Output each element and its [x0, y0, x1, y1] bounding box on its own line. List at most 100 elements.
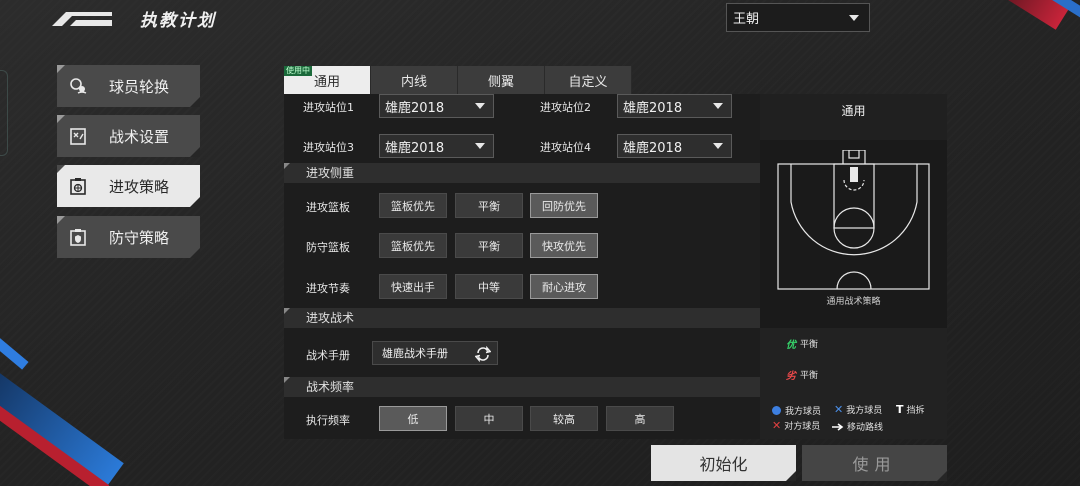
section-title: 战术频率 [306, 380, 355, 394]
menu-item-player-rotation[interactable]: 球员轮换 [57, 65, 200, 107]
position-4-value: 雄鹿2018 [623, 140, 683, 156]
section-tactic-frequency: 战术频率 [284, 377, 760, 397]
game-logo-icon [52, 12, 112, 26]
preview-caption: 通用战术策略 [826, 297, 881, 307]
playbook-label: 战术手册 [306, 349, 350, 362]
decor-stripe-red [979, 0, 1071, 30]
page-title: 执教计划 [140, 11, 216, 31]
strength-value: 平衡 [800, 340, 819, 350]
section-title: 进攻战术 [306, 311, 355, 325]
defense-rebound-option-fast-break[interactable]: 快攻优先 [530, 233, 598, 258]
reset-button[interactable]: 初始化 [651, 445, 796, 481]
defense-rebound-label: 防守篮板 [306, 241, 350, 254]
corner-cut [190, 97, 200, 107]
weakness-value: 平衡 [800, 371, 819, 381]
menu-item-tactics-setup[interactable]: 战术设置 [57, 115, 200, 157]
legend-label: 我方球员 [846, 406, 883, 416]
position-3-label: 进攻站位3 [303, 141, 354, 154]
in-use-badge: 使用中 [284, 66, 312, 76]
corner-marker [284, 377, 290, 383]
tactics-board-icon [69, 127, 87, 145]
corner-cut [937, 471, 947, 481]
menu-item-offense-strategy[interactable]: 进攻策略 [57, 165, 200, 207]
weakness-row: 劣 平衡 [786, 367, 818, 382]
chevron-down-icon [475, 143, 485, 149]
menu-item-defense-strategy[interactable]: 防守策略 [57, 216, 200, 258]
legend-our-player-x: ✕ 我方球员 [834, 403, 882, 416]
defense-rebound-option-rebound-first[interactable]: 篮板优先 [379, 233, 447, 258]
playbook-selector[interactable]: 雄鹿战术手册 [372, 341, 498, 365]
offense-rebound-option-get-back[interactable]: 回防优先 [530, 193, 598, 218]
frequency-option-medium[interactable]: 中 [455, 406, 523, 431]
legend-our-player-dot: 我方球员 [772, 404, 821, 417]
tab-custom[interactable]: 自定义 [545, 66, 632, 94]
offense-rebound-option-balanced[interactable]: 平衡 [455, 193, 523, 218]
legend-move-route: 移动路线 [832, 420, 883, 433]
offense-pace-label: 进攻节奏 [306, 282, 350, 295]
offense-pace-option-patient[interactable]: 耐心进攻 [530, 274, 598, 299]
legend-screen: T 挡拆 [896, 403, 925, 416]
menu-item-label: 球员轮换 [109, 77, 170, 96]
use-button[interactable]: 使用 [802, 445, 947, 481]
position-4-dropdown[interactable]: 雄鹿2018 [617, 134, 732, 158]
preview-legend: 优 平衡 劣 平衡 我方球员 ✕ 我方球员 T 挡拆 ✕ 对方球员 移动路线 [760, 328, 947, 439]
arrow-right-icon [832, 422, 844, 431]
legend-opponent: ✕ 对方球员 [772, 419, 820, 432]
half-court-diagram [777, 150, 930, 290]
weakness-badge: 劣 [786, 371, 796, 382]
menu-item-label: 防守策略 [109, 228, 170, 247]
defense-strategy-icon [69, 228, 87, 246]
position-1-dropdown[interactable]: 雄鹿2018 [379, 94, 494, 118]
defense-rebound-option-balanced[interactable]: 平衡 [455, 233, 523, 258]
chevron-down-icon [713, 103, 723, 109]
corner-cut [190, 147, 200, 157]
position-2-dropdown[interactable]: 雄鹿2018 [617, 94, 732, 118]
offense-rebound-option-rebound-first[interactable]: 篮板优先 [379, 193, 447, 218]
frequency-label: 执行频率 [306, 414, 350, 427]
position-3-value: 雄鹿2018 [385, 140, 445, 156]
position-4-label: 进攻站位4 [540, 141, 591, 154]
frequency-option-low[interactable]: 低 [379, 406, 447, 431]
blue-dot-icon [772, 406, 781, 415]
offense-pace-option-quick-shot[interactable]: 快速出手 [379, 274, 447, 299]
menu-item-label: 战术设置 [109, 127, 170, 146]
preview-title: 通用 [841, 104, 866, 118]
position-1-label: 进攻站位1 [303, 101, 354, 114]
frequency-option-high[interactable]: 高 [606, 406, 674, 431]
player-swap-icon [69, 77, 87, 95]
menu-item-label: 进攻策略 [109, 177, 170, 196]
player-dropdown-value: 王朝 [733, 12, 760, 27]
tab-wing[interactable]: 侧翼 [458, 66, 545, 94]
strategy-panel: 进攻站位1 雄鹿2018 进攻站位2 雄鹿2018 进攻站位3 雄鹿2018 进… [284, 94, 760, 439]
position-3-dropdown[interactable]: 雄鹿2018 [379, 134, 494, 158]
section-offense-tactics: 进攻战术 [284, 308, 760, 328]
screen-t-icon: T [896, 403, 904, 416]
legend-label: 我方球员 [785, 407, 822, 417]
legend-label: 挡拆 [906, 406, 925, 416]
chevron-down-icon [713, 143, 723, 149]
strategy-preview-panel: 通用 通用战术策略 优 平衡 劣 平衡 我方球员 ✕ 我方球员 T 挡拆 ✕ 对… [760, 94, 947, 439]
position-2-label: 进攻站位2 [540, 101, 591, 114]
swap-icon[interactable] [474, 345, 492, 363]
strength-row: 优 平衡 [786, 336, 818, 351]
chevron-down-icon [475, 103, 485, 109]
frequency-option-high-ish[interactable]: 较高 [530, 406, 598, 431]
chevron-down-icon [849, 14, 859, 21]
use-button-label: 使用 [852, 455, 897, 474]
position-2-value: 雄鹿2018 [623, 100, 683, 116]
corner-marker [57, 216, 65, 224]
offense-strategy-icon [69, 177, 87, 195]
corner-marker [57, 115, 65, 123]
side-panel-handle[interactable] [0, 70, 8, 156]
section-title: 进攻侧重 [306, 166, 355, 180]
strength-badge: 优 [786, 340, 796, 351]
offense-rebound-label: 进攻篮板 [306, 201, 350, 214]
tab-inside[interactable]: 内线 [371, 66, 458, 94]
player-dropdown[interactable]: 王朝 [726, 3, 870, 32]
corner-marker [284, 163, 290, 169]
offense-pace-option-medium[interactable]: 中等 [455, 274, 523, 299]
corner-cut [786, 471, 796, 481]
corner-marker [57, 65, 65, 73]
position-1-value: 雄鹿2018 [385, 100, 445, 116]
corner-cut [190, 197, 200, 207]
